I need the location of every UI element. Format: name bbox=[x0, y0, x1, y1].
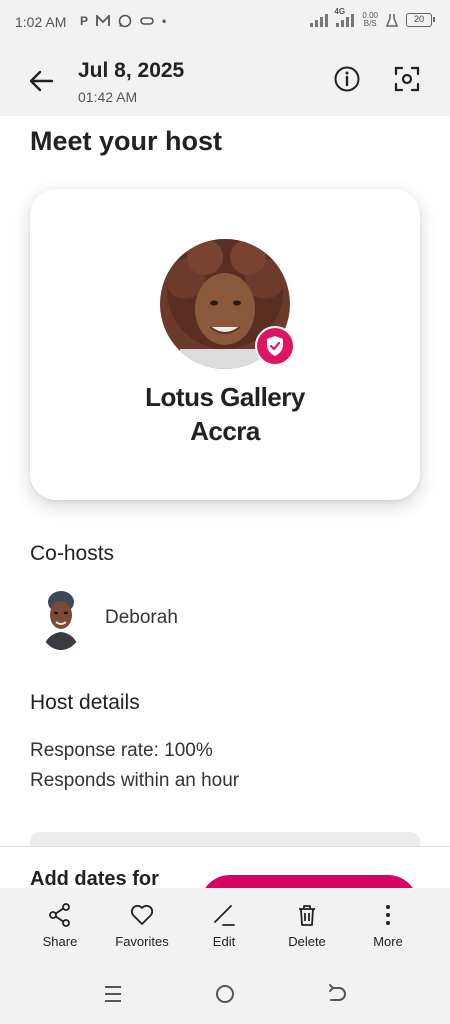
share-button[interactable]: Share bbox=[20, 902, 100, 949]
cohost-name: Deborah bbox=[105, 607, 178, 628]
menu-icon[interactable] bbox=[101, 982, 125, 1006]
back-nav-icon[interactable] bbox=[325, 982, 349, 1006]
favorites-label: Favorites bbox=[115, 934, 169, 949]
verified-badge-icon bbox=[255, 326, 295, 366]
response-time: Responds within an hour bbox=[30, 770, 240, 791]
heart-icon bbox=[130, 904, 154, 925]
share-icon bbox=[49, 903, 70, 927]
more-button[interactable]: More bbox=[348, 902, 428, 949]
signal-4g-icon: 4G bbox=[334, 7, 355, 27]
back-arrow-icon[interactable] bbox=[26, 66, 56, 96]
home-icon[interactable] bbox=[213, 982, 237, 1006]
cohosts-heading: Co-hosts bbox=[30, 542, 115, 565]
header-date: Jul 8, 2025 bbox=[78, 59, 185, 82]
more-label: More bbox=[373, 934, 403, 949]
status-time: 1:02 AM bbox=[15, 14, 67, 30]
edit-label: Edit bbox=[212, 934, 236, 949]
notification-icons: P • bbox=[80, 14, 166, 28]
header-time: 01:42 AM bbox=[78, 89, 138, 105]
host-name: Lotus Gallery Accra bbox=[145, 382, 305, 446]
delete-button[interactable]: Delete bbox=[267, 902, 347, 949]
header: Jul 8, 2025 01:42 AM bbox=[0, 44, 450, 116]
network-type: 4G bbox=[334, 7, 346, 16]
favorites-button[interactable]: Favorites bbox=[102, 902, 182, 949]
mail-icon bbox=[96, 15, 110, 26]
flask-icon bbox=[386, 14, 398, 27]
status-bar: 1:02 AM P • 4G 0.00 B/S 20 bbox=[0, 0, 450, 44]
action-bar: Share Favorites Edit Delete More bbox=[0, 888, 450, 960]
scan-icon[interactable] bbox=[393, 65, 421, 93]
whatsapp-icon bbox=[118, 14, 132, 28]
edit-button[interactable]: Edit bbox=[184, 902, 264, 949]
network-speed: 0.00 B/S bbox=[362, 11, 378, 28]
pencil-icon bbox=[214, 905, 235, 926]
host-card[interactable]: Lotus Gallery Accra bbox=[30, 189, 420, 500]
more-vertical-icon bbox=[386, 905, 390, 925]
delete-label: Delete bbox=[288, 934, 326, 949]
battery-icon: 20 bbox=[406, 13, 435, 27]
share-label: Share bbox=[42, 934, 78, 949]
info-icon[interactable] bbox=[333, 65, 361, 93]
host-details-heading: Host details bbox=[30, 691, 140, 714]
trash-icon bbox=[299, 905, 315, 926]
system-navigation-bar bbox=[0, 960, 450, 1024]
cohost-avatar bbox=[38, 588, 84, 650]
response-rate: Response rate: 100% bbox=[30, 740, 213, 761]
system-indicators: 4G 0.00 B/S 20 bbox=[310, 7, 435, 28]
page-title: Meet your host bbox=[30, 126, 223, 156]
game-icon bbox=[140, 17, 154, 25]
p-icon: P bbox=[80, 14, 89, 28]
signal-icon bbox=[310, 13, 329, 27]
dot-icon: • bbox=[162, 14, 167, 28]
